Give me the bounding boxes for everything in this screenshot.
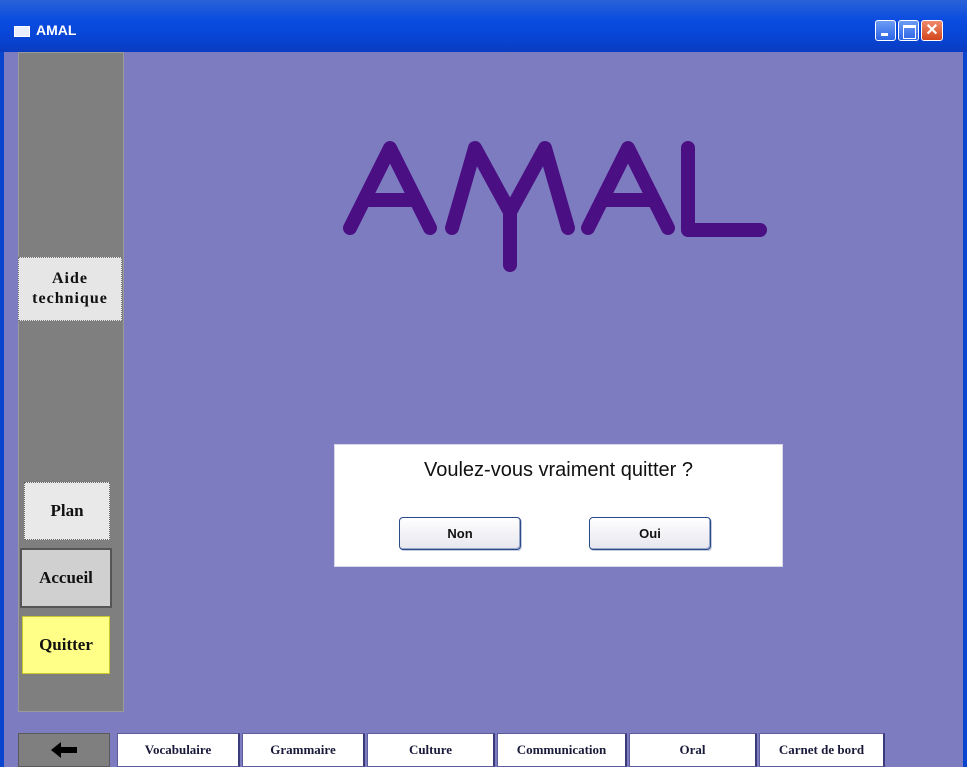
- sidebar: [18, 52, 124, 712]
- close-button[interactable]: ✕: [921, 20, 943, 41]
- aide-label-line1: Aide: [51, 270, 88, 287]
- aide-technique-button[interactable]: Aide technique: [18, 257, 122, 321]
- window-title: AMAL: [36, 22, 77, 38]
- tab-carnet-de-bord[interactable]: Carnet de bord: [759, 733, 885, 767]
- quitter-button[interactable]: Quitter: [22, 616, 110, 674]
- tab-communication[interactable]: Communication: [497, 733, 627, 767]
- left-arrow-icon: [51, 742, 77, 758]
- non-button[interactable]: Non: [399, 517, 521, 550]
- aide-label-line2: technique: [32, 290, 108, 307]
- bottom-navigation: Vocabulaire Grammaire Culture Communicat…: [18, 733, 958, 767]
- plan-button[interactable]: Plan: [24, 482, 110, 540]
- maximize-button[interactable]: [898, 20, 919, 41]
- quit-confirmation-dialog: Voulez-vous vraiment quitter ? Non Oui: [334, 444, 783, 567]
- quitter-label: Quitter: [39, 635, 93, 654]
- amal-logo: [340, 120, 770, 285]
- tab-oral[interactable]: Oral: [629, 733, 757, 767]
- amal-logo-graphic: [343, 141, 767, 272]
- minimize-button[interactable]: [875, 20, 896, 41]
- dialog-question: Voulez-vous vraiment quitter ?: [423, 459, 694, 481]
- title-bar: AMAL ✕: [0, 0, 967, 52]
- oui-button[interactable]: Oui: [589, 517, 711, 550]
- back-button[interactable]: [18, 733, 110, 767]
- accueil-button[interactable]: Accueil: [20, 548, 112, 608]
- tab-culture[interactable]: Culture: [367, 733, 495, 767]
- app-window-icon: [14, 26, 30, 37]
- accueil-label: Accueil: [39, 568, 93, 587]
- plan-label: Plan: [50, 501, 84, 520]
- tab-grammaire[interactable]: Grammaire: [242, 733, 365, 767]
- close-icon: ✕: [925, 22, 939, 39]
- tab-vocabulaire[interactable]: Vocabulaire: [117, 733, 240, 767]
